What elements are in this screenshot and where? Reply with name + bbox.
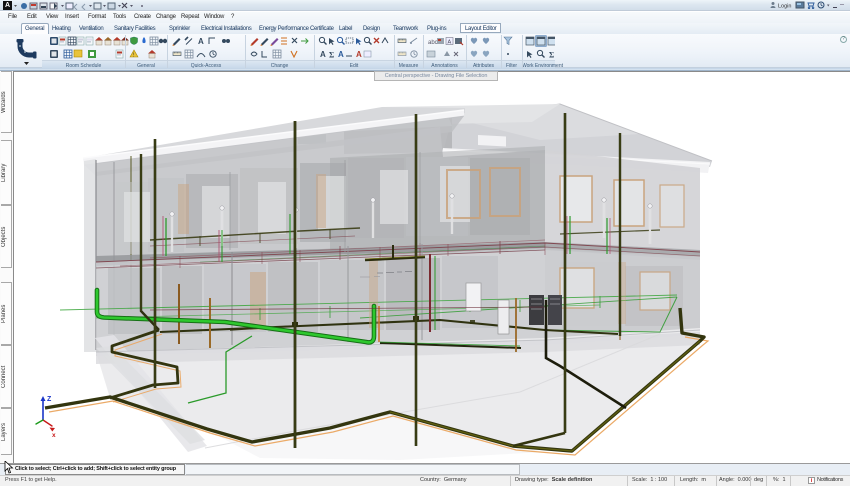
svg-text:A: A — [448, 40, 452, 46]
svg-text:Login: Login — [778, 4, 791, 10]
svg-text:A: A — [198, 37, 204, 46]
svg-text:Σ: Σ — [549, 51, 554, 60]
svg-text:A: A — [320, 50, 326, 59]
svg-text:A: A — [356, 50, 362, 59]
svg-text:x: x — [52, 432, 56, 439]
svg-text:Z: Z — [47, 396, 52, 403]
svg-text:abc: abc — [428, 40, 438, 46]
svg-text:Σ: Σ — [329, 51, 334, 60]
svg-text:A: A — [338, 50, 344, 59]
